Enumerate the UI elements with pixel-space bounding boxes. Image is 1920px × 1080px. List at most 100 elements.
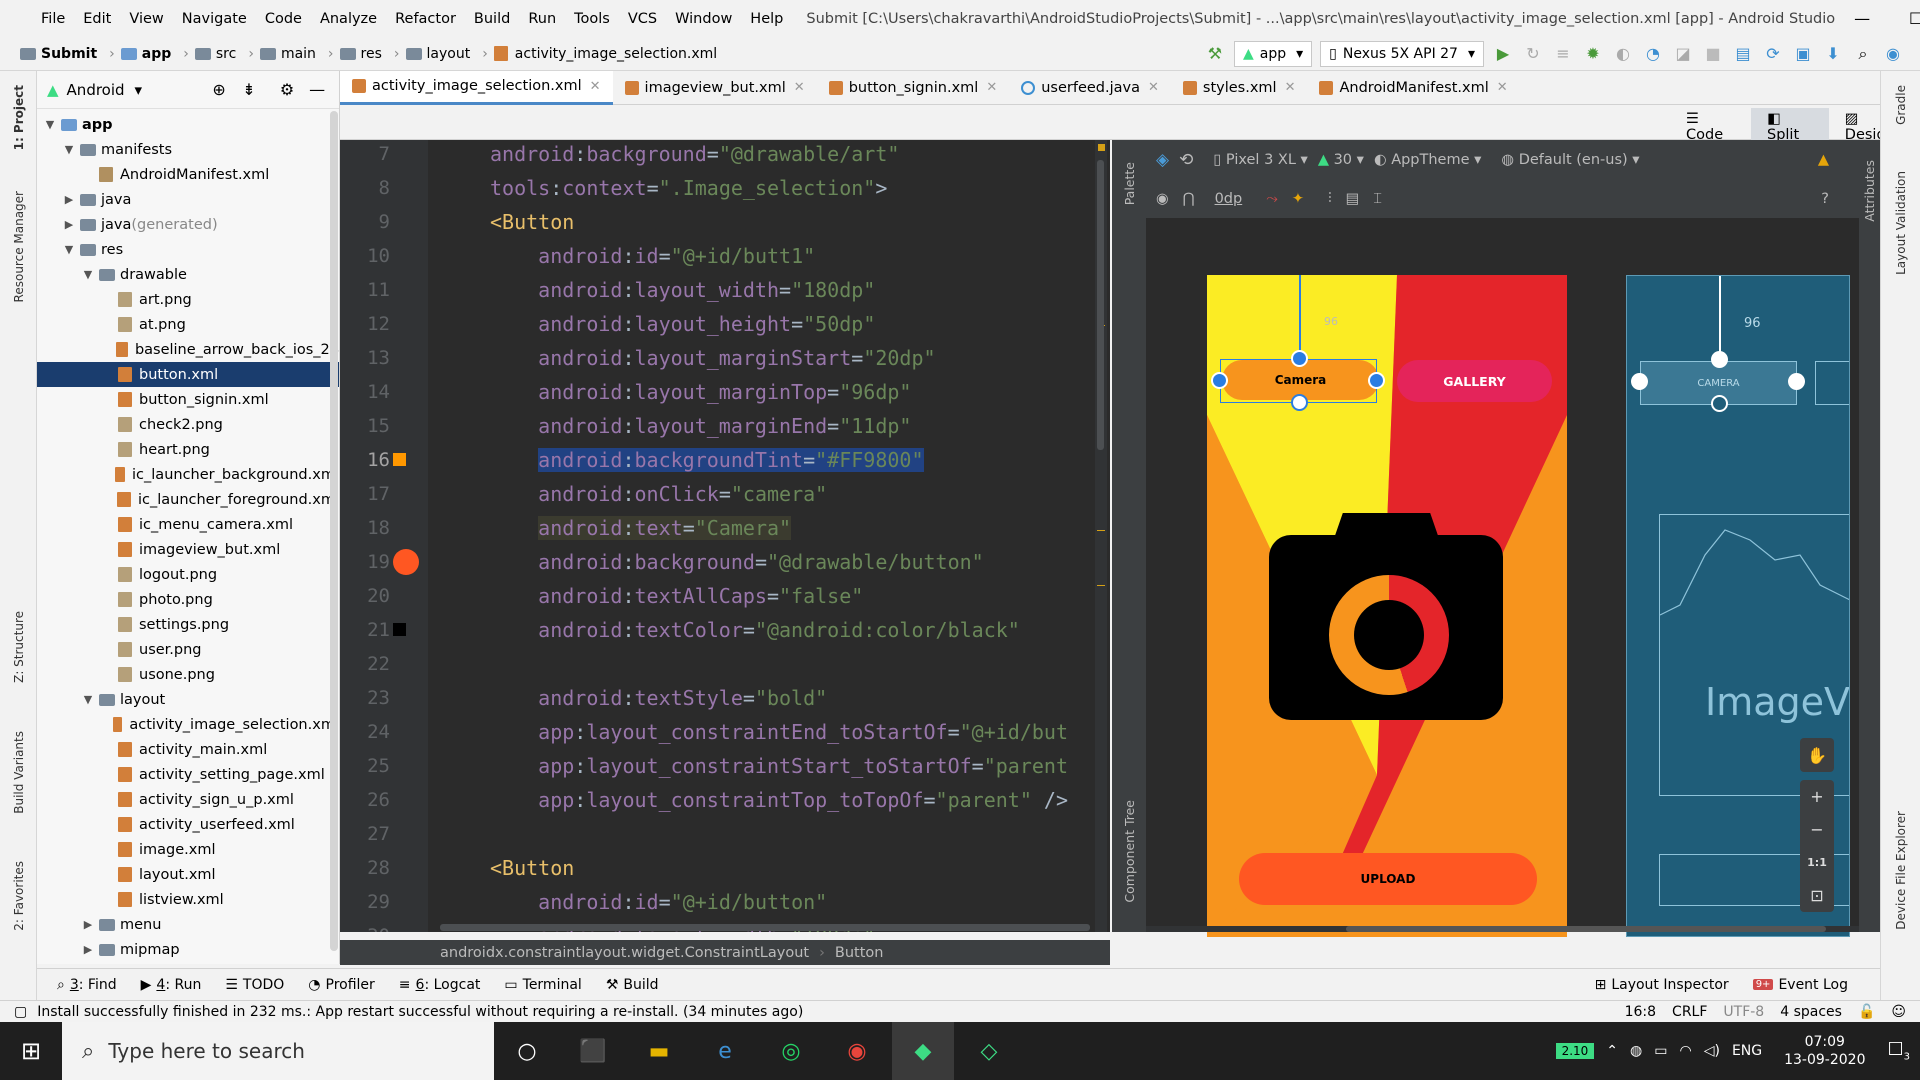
device-select[interactable]: ▯ Nexus 5X API 27 ▾ xyxy=(1320,40,1484,67)
locate-icon[interactable]: ⊕ xyxy=(206,77,232,103)
tab-styles-xml[interactable]: styles.xml ✕ xyxy=(1171,71,1308,105)
code-line[interactable]: android:layout_marginEnd="11dp" xyxy=(490,409,911,443)
chevron-right-icon[interactable]: ▶ xyxy=(62,218,76,231)
menu-file[interactable]: File xyxy=(32,11,74,27)
tree-node[interactable]: art.png xyxy=(37,287,339,312)
chevron-down-icon[interactable]: ▼ xyxy=(62,143,76,156)
tree-node[interactable]: at.png xyxy=(37,312,339,337)
tree-node[interactable]: activity_userfeed.xml xyxy=(37,812,339,837)
run-icon[interactable]: ▶ xyxy=(1490,41,1516,67)
tree-node[interactable]: activity_main.xml xyxy=(37,737,339,762)
tree-node[interactable]: imageview_but.xml xyxy=(37,537,339,562)
orientation-icon[interactable]: ⟲ xyxy=(1179,150,1193,170)
menu-refactor[interactable]: Refactor xyxy=(386,11,465,27)
locale-select[interactable]: ◍ Default (en-us) ▾ xyxy=(1501,152,1639,168)
tree-node[interactable]: heart.png xyxy=(37,437,339,462)
tool-device-file-explorer[interactable]: Device File Explorer xyxy=(1894,811,1908,930)
guidelines-icon[interactable]: ⌶ xyxy=(1373,191,1382,207)
clock[interactable]: 07:09 13-09-2020 xyxy=(1784,1033,1865,1069)
code-line[interactable]: android:layout_height="50dp" xyxy=(490,307,875,341)
store-icon[interactable]: ⬛ xyxy=(562,1022,624,1080)
code-line[interactable]: <Button xyxy=(490,851,574,885)
menu-run[interactable]: Run xyxy=(519,11,565,27)
close-icon[interactable]: ✕ xyxy=(986,80,997,95)
tree-node[interactable]: ic_menu_camera.xml xyxy=(37,512,339,537)
code-line[interactable]: android:textColor="@android:color/black" xyxy=(490,613,1020,647)
blueprint-anchor-right[interactable] xyxy=(1788,373,1805,390)
tree-node[interactable]: button.xml xyxy=(37,362,339,387)
tree-node[interactable]: ▶ java (generated) xyxy=(37,212,339,237)
editor-scrollbar[interactable] xyxy=(1095,140,1107,932)
anchor-left[interactable] xyxy=(1211,372,1228,389)
stop-icon[interactable]: ■ xyxy=(1700,41,1726,67)
crumb-1[interactable]: › app xyxy=(103,46,171,62)
code-line[interactable]: app:layout_constraintTop_toTopOf="parent… xyxy=(490,783,1068,817)
code-line[interactable]: <Button xyxy=(490,205,574,239)
blueprint-gallery-button[interactable] xyxy=(1815,361,1849,405)
chrome-icon[interactable]: ◉ xyxy=(826,1022,888,1080)
warning-marker[interactable] xyxy=(1098,144,1105,151)
close-icon[interactable]: ✕ xyxy=(794,80,805,95)
breadcrumb-button[interactable]: Button xyxy=(835,945,884,961)
tree-node[interactable]: settings.png xyxy=(37,612,339,637)
line-separator[interactable]: CRLF xyxy=(1672,1004,1707,1020)
tool-window-run[interactable]: ▶ 4: Run xyxy=(129,977,214,993)
editor-hscroll-thumb[interactable] xyxy=(440,924,1090,931)
chevron-down-icon[interactable]: ▼ xyxy=(43,118,57,131)
tool-favorites[interactable]: 2: Favorites xyxy=(12,861,26,931)
tool-window-build[interactable]: ⚒ Build xyxy=(594,977,671,993)
project-structure-icon[interactable]: ▤ xyxy=(1730,41,1756,67)
gallery-button[interactable]: GALLERY xyxy=(1397,360,1552,402)
attach-debugger-icon[interactable]: ◐ xyxy=(1610,41,1636,67)
tree-node[interactable]: ic_launcher_foreground.xml xyxy=(37,487,339,512)
blueprint-anchor-bottom[interactable] xyxy=(1711,395,1728,412)
tree-node[interactable]: photo.png xyxy=(37,587,339,612)
windows-start-icon[interactable]: ⊞ xyxy=(0,1022,62,1080)
chevron-right-icon[interactable]: ▶ xyxy=(62,193,76,206)
magnet-icon[interactable]: ⋂ xyxy=(1183,191,1195,207)
blueprint-anchor-left[interactable] xyxy=(1631,373,1648,390)
minimize-icon[interactable]: — xyxy=(1837,6,1887,32)
wifi-icon[interactable]: ◠ xyxy=(1679,1043,1691,1059)
volume-icon[interactable]: ◁) xyxy=(1704,1043,1720,1059)
layers-icon[interactable]: ◈ xyxy=(1156,150,1169,170)
tab-activity-image-selection-xml[interactable]: activity_image_selection.xml ✕ xyxy=(340,70,613,105)
code-line[interactable]: android:textStyle="bold" xyxy=(490,681,827,715)
color-swatch-icon[interactable] xyxy=(393,453,406,466)
code-line[interactable]: android:layout_marginTop="96dp" xyxy=(490,375,911,409)
crumb-4[interactable]: › res xyxy=(322,46,382,62)
help-icon[interactable]: ? xyxy=(1821,191,1829,207)
event-log-button[interactable]: 9+ Event Log xyxy=(1741,977,1860,993)
battery-indicator[interactable]: 2.10 xyxy=(1555,1043,1595,1059)
warning-icon[interactable]: ▲ xyxy=(1818,152,1829,168)
attributes-tab[interactable]: Attributes xyxy=(1862,160,1877,222)
hide-icon[interactable]: — xyxy=(304,77,330,103)
menu-code[interactable]: Code xyxy=(256,11,311,27)
maximize-icon[interactable]: ☐ xyxy=(1891,6,1920,32)
pan-icon[interactable]: ✋ xyxy=(1800,738,1834,772)
clear-constraints-icon[interactable]: ⤳ xyxy=(1266,191,1278,207)
close-icon[interactable]: ✕ xyxy=(1285,80,1296,95)
layout-inspector-button[interactable]: ⊞ Layout Inspector xyxy=(1583,977,1741,993)
tree-node[interactable]: usone.png xyxy=(37,662,339,687)
tool-window-logcat[interactable]: ≡ 6: Logcat xyxy=(387,977,493,993)
language-indicator[interactable]: ENG xyxy=(1732,1043,1762,1059)
crumb-2[interactable]: › src xyxy=(177,46,236,62)
file-explorer-icon[interactable]: ▬ xyxy=(628,1022,690,1080)
tool-project[interactable]: 1: Project xyxy=(12,85,26,150)
code-line[interactable]: app:layout_constraintStart_toStartOf="pa… xyxy=(490,749,1068,783)
code-line[interactable]: android:id="@+id/butt1" xyxy=(490,239,815,273)
event-icon[interactable]: ☺ xyxy=(1891,1004,1906,1020)
anchor-right[interactable] xyxy=(1368,372,1385,389)
code-line[interactable]: android:background="@drawable/button" xyxy=(490,545,984,579)
avd-manager-icon[interactable]: ▣ xyxy=(1790,41,1816,67)
task-view-icon[interactable]: ○ xyxy=(496,1022,558,1080)
tab-button-signin-xml[interactable]: button_signin.xml ✕ xyxy=(817,71,1010,105)
hammer-icon[interactable]: ⚒ xyxy=(1202,41,1228,67)
tree-node[interactable]: activity_image_selection.xml xyxy=(37,712,339,737)
code-line[interactable]: android:text="Camera" xyxy=(490,511,792,545)
project-view-select[interactable]: Android xyxy=(67,81,125,99)
menu-window[interactable]: Window xyxy=(666,11,741,27)
status-toggle-icon[interactable]: ▢ xyxy=(14,1004,27,1020)
tree-node[interactable]: image.xml xyxy=(37,837,339,862)
